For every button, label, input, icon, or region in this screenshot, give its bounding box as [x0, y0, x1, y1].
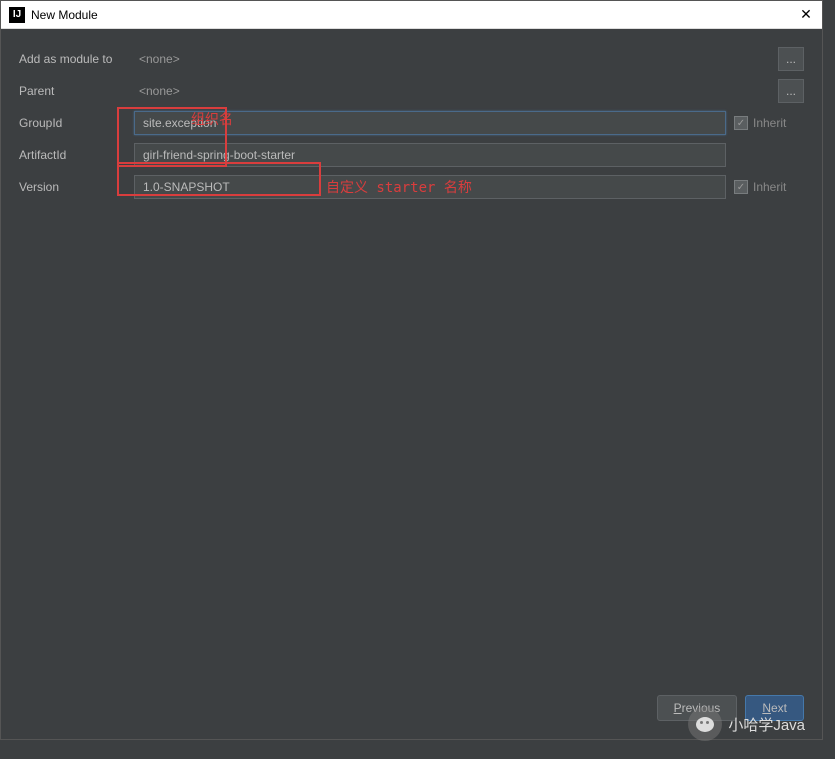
- version-inherit-checkbox[interactable]: [734, 180, 748, 194]
- watermark: 小哈学Java: [688, 707, 805, 741]
- groupid-row: GroupId Inherit: [19, 111, 804, 135]
- window-title: New Module: [31, 8, 798, 22]
- dialog-body: Add as module to <none> ... Parent <none…: [1, 29, 822, 739]
- version-inherit-label: Inherit: [753, 180, 786, 194]
- parent-row: Parent <none> ...: [19, 79, 804, 103]
- watermark-text: 小哈学Java: [728, 714, 805, 735]
- wechat-icon: [688, 707, 722, 741]
- groupid-annotation-text: 组织名: [191, 109, 233, 129]
- artifactid-annotation-text: 自定义 starter 名称: [326, 177, 472, 197]
- app-icon: IJ: [9, 7, 25, 23]
- groupid-label: GroupId: [19, 116, 134, 130]
- version-label: Version: [19, 180, 134, 194]
- add-as-module-to-label: Add as module to: [19, 52, 134, 66]
- add-as-module-to-value: <none>: [134, 52, 180, 66]
- artifactid-label: ArtifactId: [19, 148, 134, 162]
- titlebar: IJ New Module ✕: [1, 1, 822, 29]
- parent-value: <none>: [134, 84, 180, 98]
- groupid-inherit-checkbox[interactable]: [734, 116, 748, 130]
- close-icon[interactable]: ✕: [798, 7, 814, 23]
- groupid-inherit-label: Inherit: [753, 116, 786, 130]
- parent-browse-button[interactable]: ...: [778, 79, 804, 103]
- add-as-module-to-row: Add as module to <none> ...: [19, 47, 804, 71]
- artifactid-input[interactable]: [134, 143, 726, 167]
- parent-label: Parent: [19, 84, 134, 98]
- new-module-dialog: IJ New Module ✕ Add as module to <none> …: [0, 0, 823, 740]
- add-as-module-to-browse-button[interactable]: ...: [778, 47, 804, 71]
- artifactid-row: ArtifactId: [19, 143, 804, 167]
